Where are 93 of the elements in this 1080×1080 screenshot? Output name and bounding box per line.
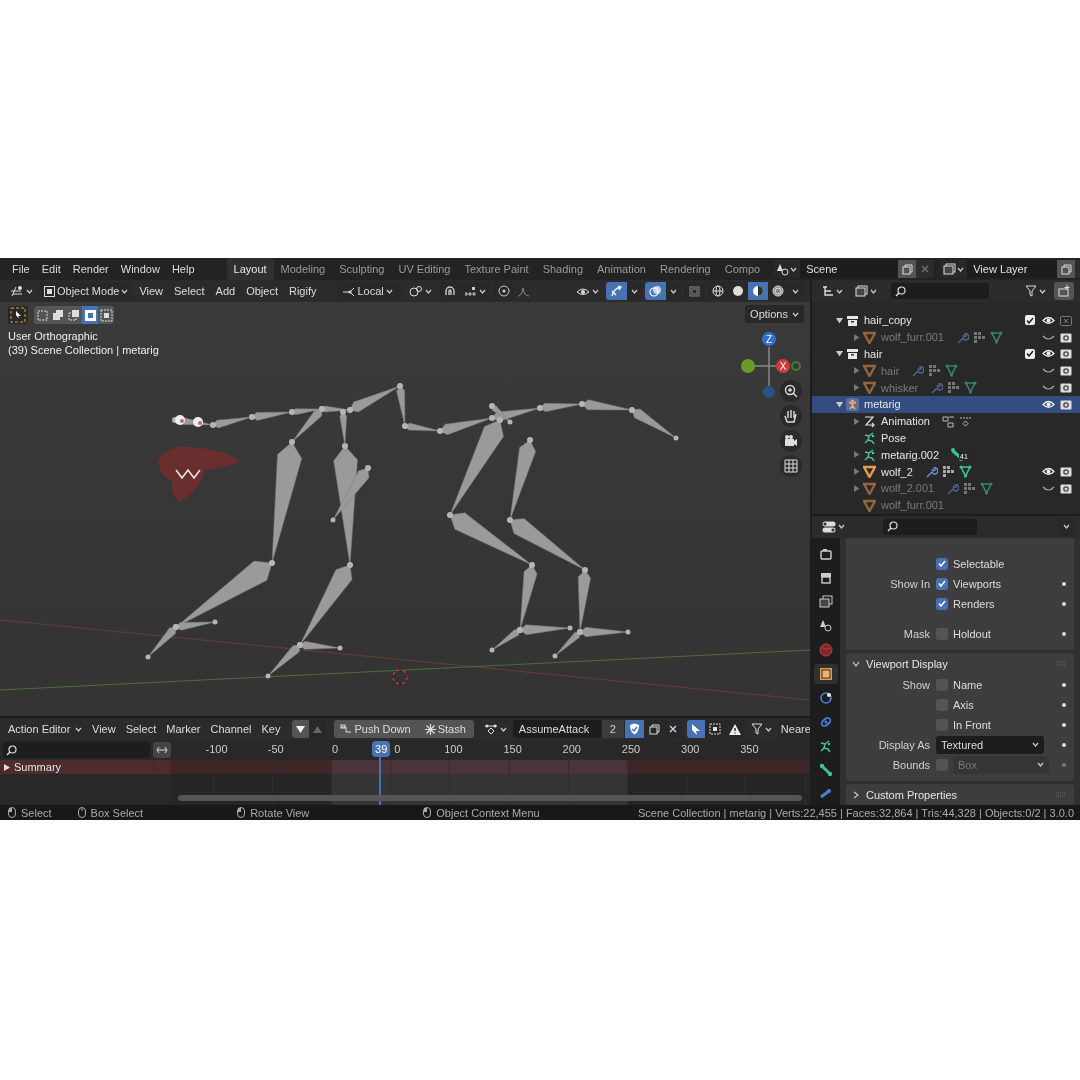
- field-label: Display As: [877, 738, 931, 751]
- status-hint: Box Select: [90, 806, 144, 819]
- name-field[interactable]: Scene: [800, 260, 899, 278]
- item-name[interactable]: hair_copy: [864, 314, 912, 327]
- menu-item[interactable]: View: [135, 282, 168, 300]
- menu-item[interactable]: Key: [257, 720, 285, 738]
- snapping-dropdown[interactable]: Neare: [777, 720, 810, 738]
- checkbox-label: Holdout: [953, 627, 991, 640]
- item-name[interactable]: wolf_2: [881, 465, 913, 478]
- item-name[interactable]: Animation: [881, 415, 930, 428]
- outliner-row[interactable]: hair: [812, 345, 1080, 363]
- z-axis-handle[interactable]: Z: [762, 332, 776, 346]
- item-name[interactable]: metarig: [864, 398, 901, 411]
- frame-number: 0: [394, 743, 401, 755]
- menu-item[interactable]: Object: [242, 282, 282, 300]
- menu-item[interactable]: File: [6, 263, 36, 275]
- frame-number: 100: [444, 743, 463, 755]
- field-label: Show In: [889, 577, 931, 590]
- checkbox-label: Selectable: [953, 557, 1005, 570]
- item-name[interactable]: whisker: [881, 381, 919, 394]
- item-name[interactable]: hair: [864, 348, 883, 360]
- frame-number: -50: [267, 743, 284, 755]
- summary-channel-row[interactable]: Summary: [0, 760, 170, 774]
- status-stats: Scene Collection | metarig | Verts:22,455 | Faces:32,864 | Tris:44,328 | Objects:0/2 | 3.0.0: [638, 806, 1075, 819]
- menu-item[interactable]: Rigify: [285, 282, 321, 300]
- frame-number: 350: [740, 743, 759, 755]
- menu-item[interactable]: Select: [121, 720, 161, 738]
- menu-item[interactable]: View: [88, 720, 120, 738]
- field-label: Bounds: [891, 758, 931, 771]
- editor-dropdown[interactable]: Action Editor: [4, 720, 86, 738]
- outliner-row[interactable]: Pose: [812, 429, 1080, 447]
- item-name[interactable]: wolf_2.001: [881, 482, 935, 495]
- viewport-info-text: User Orthographic: [8, 330, 98, 342]
- menu-item[interactable]: Marker: [162, 720, 205, 738]
- workspace-tab[interactable]: Sculpting: [332, 258, 392, 280]
- item-name[interactable]: wolf_furr.001: [881, 331, 944, 344]
- item-name[interactable]: wolf_furr.001: [881, 499, 944, 512]
- outliner-row[interactable]: Animation: [812, 412, 1080, 430]
- frame-number: 250: [621, 743, 641, 755]
- workspace-tab[interactable]: UV Editing: [391, 258, 458, 280]
- menu-item[interactable]: Edit: [35, 263, 67, 275]
- menu-item[interactable]: Window: [114, 263, 166, 275]
- outliner-row[interactable]: hair_copy: [812, 312, 1080, 329]
- workspace-tab[interactable]: Shading: [535, 258, 591, 280]
- stash-button[interactable]: Stash: [416, 720, 474, 738]
- outliner-row[interactable]: whisker: [812, 379, 1080, 396]
- viewport-info-text: (39) Scene Collection | metarig: [8, 344, 159, 356]
- checkbox-label: In Front: [953, 718, 991, 731]
- outliner-row[interactable]: wolf_furr.001: [812, 496, 1080, 514]
- channel-name[interactable]: Summary: [14, 761, 62, 773]
- checkbox-label: Renders: [953, 597, 995, 610]
- frame-number: -100: [205, 743, 228, 755]
- menu-item[interactable]: Add: [211, 282, 240, 300]
- checkbox-label: Viewports: [953, 577, 1002, 590]
- frame-number: 0: [331, 743, 339, 755]
- options-dropdown[interactable]: Options: [745, 305, 804, 323]
- status-hint: Rotate View: [250, 806, 310, 819]
- menu-item[interactable]: Channel: [206, 720, 256, 738]
- field-label: Mask: [902, 627, 931, 640]
- workspace-tab[interactable]: Compo: [717, 258, 768, 280]
- mode-dropdown[interactable]: Object Mode: [40, 282, 133, 300]
- frame-number: 300: [681, 743, 700, 755]
- name-field[interactable]: View Layer: [967, 260, 1058, 278]
- workspace-tab[interactable]: Modeling: [273, 258, 333, 280]
- dropdown[interactable]: Textured: [936, 735, 1044, 754]
- menu-item[interactable]: Help: [165, 263, 201, 275]
- checkbox-label: Name: [953, 678, 983, 691]
- item-name[interactable]: metarig.002: [881, 448, 940, 461]
- current-frame-indicator[interactable]: 39: [372, 741, 391, 757]
- outliner-row[interactable]: wolf_2: [812, 463, 1080, 480]
- outliner-row[interactable]: metarig: [812, 396, 1080, 413]
- user-count[interactable]: 2: [601, 720, 624, 738]
- item-name[interactable]: Pose: [881, 431, 907, 444]
- checkbox-label: Axis: [953, 698, 974, 711]
- status-hint: Object Context Menu: [436, 806, 540, 819]
- panel-title[interactable]: Custom Properties: [866, 788, 958, 801]
- outliner-row[interactable]: wolf_furr.001: [812, 328, 1080, 346]
- workspace-tab[interactable]: Texture Paint: [457, 258, 536, 280]
- outliner-row[interactable]: wolf_2.001: [812, 479, 1080, 497]
- frame-number: 150: [503, 743, 522, 755]
- menu-item[interactable]: Select: [170, 282, 209, 300]
- field-label: Show: [901, 678, 931, 691]
- panel-title[interactable]: Viewport Display: [866, 657, 948, 670]
- frame-number: 200: [562, 743, 581, 755]
- menu-item[interactable]: Render: [66, 263, 115, 275]
- workspace-tab[interactable]: Rendering: [652, 258, 718, 280]
- push-down-button[interactable]: Push Down: [334, 720, 417, 738]
- orientation-dropdown[interactable]: Local: [337, 282, 402, 300]
- workspace-tab[interactable]: Layout: [226, 258, 274, 280]
- action-name-field[interactable]: AssumeAttack: [512, 720, 601, 738]
- workspace-tab[interactable]: Animation: [590, 258, 653, 280]
- x-axis-handle[interactable]: X: [776, 359, 790, 373]
- status-hint: Select: [21, 806, 52, 819]
